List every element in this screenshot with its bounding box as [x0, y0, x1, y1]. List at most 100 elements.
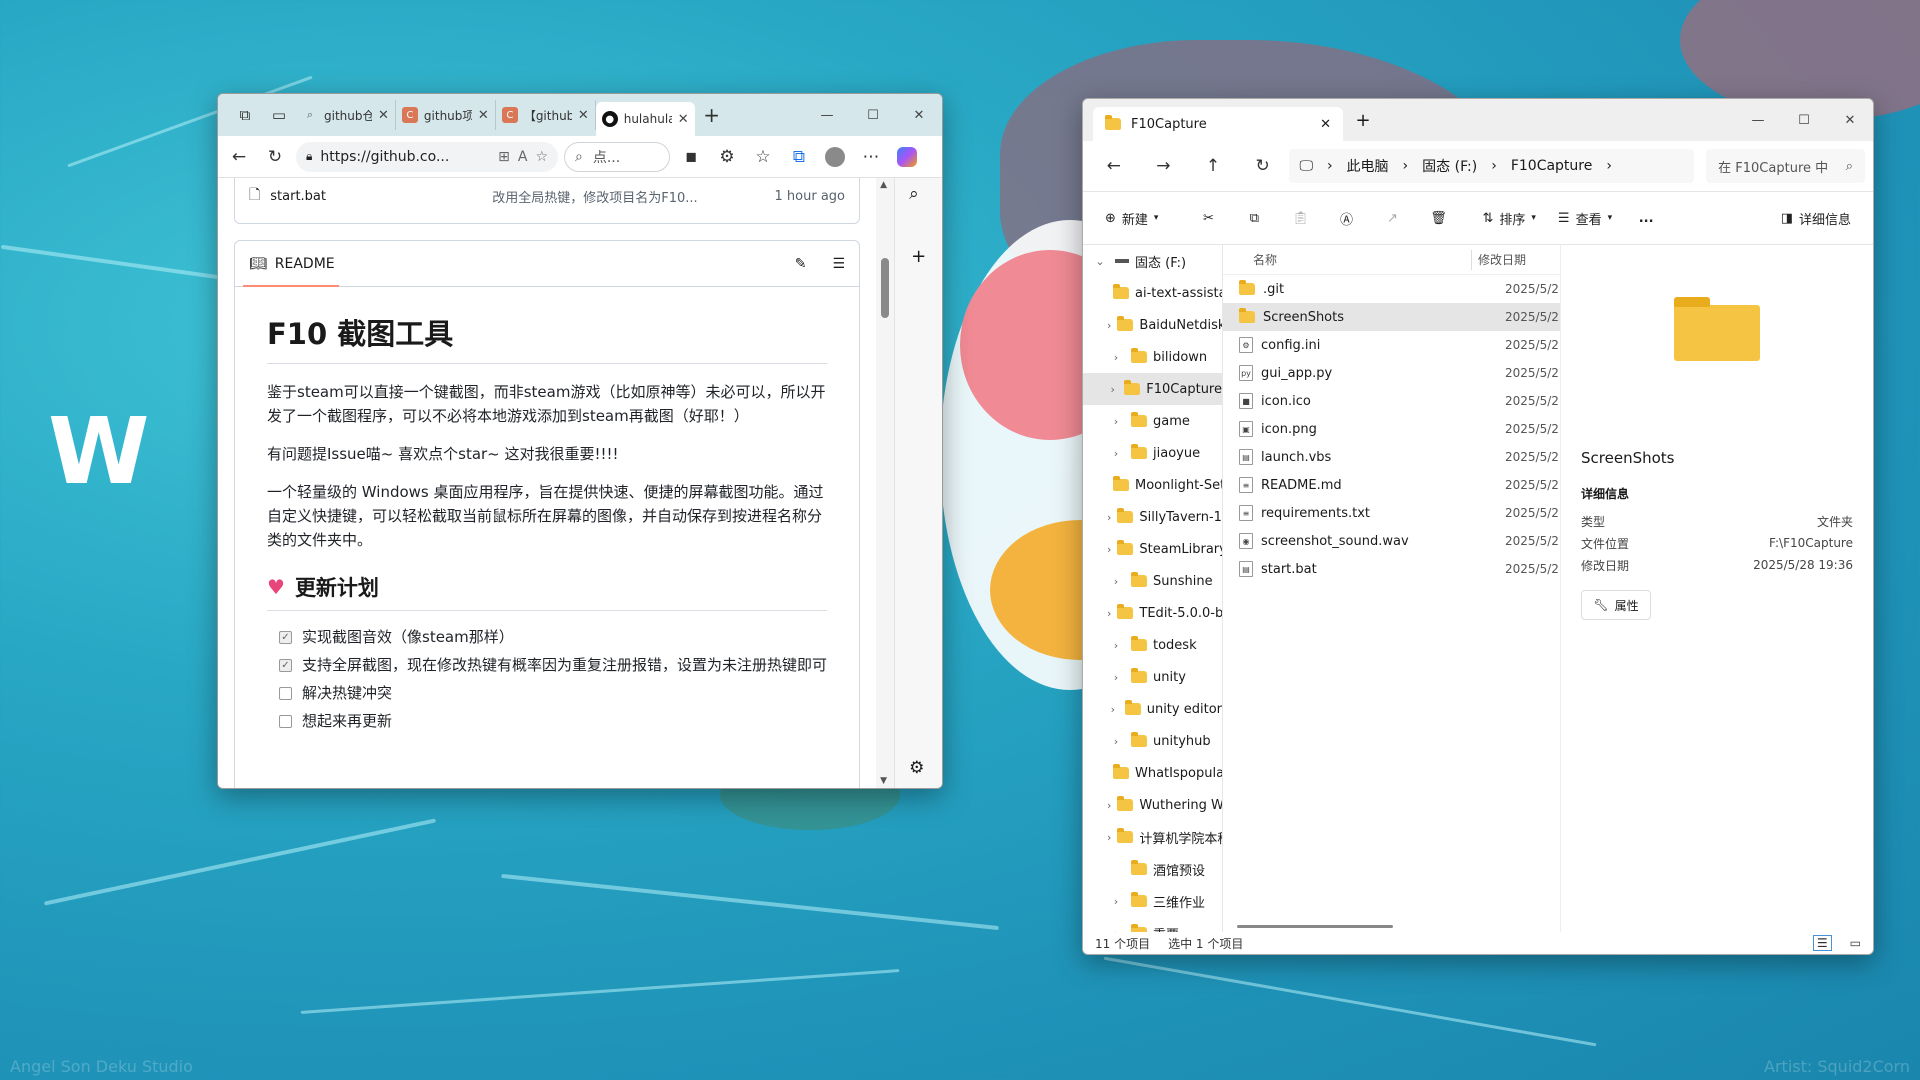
close-window-icon[interactable]: ✕ — [1827, 113, 1873, 128]
close-tab-icon[interactable]: ✕ — [378, 108, 389, 123]
tree-folder-node[interactable]: › SteamLibrary — [1083, 533, 1222, 565]
chevron-right-icon[interactable]: › — [1107, 703, 1119, 716]
list-view-icon[interactable]: ☰ — [1812, 935, 1832, 951]
back-icon[interactable]: ← — [224, 142, 254, 172]
details-pane-button[interactable]: ◨ 详细信息 — [1773, 201, 1859, 235]
tree-folder-node[interactable]: › TEdit-5.0.0-beta — [1083, 597, 1222, 629]
tree-drive-node[interactable]: ⌄ 固态 (F:) — [1083, 245, 1222, 277]
chevron-right-icon[interactable]: › — [1107, 447, 1125, 460]
chevron-right-icon[interactable]: › — [1107, 831, 1111, 844]
tree-folder-node[interactable]: › F10Capture — [1083, 373, 1222, 405]
task-checkbox-unchecked[interactable] — [279, 687, 292, 700]
profile-avatar-icon[interactable] — [820, 142, 850, 172]
chevron-right-icon[interactable]: › — [1107, 799, 1111, 812]
tree-folder-node[interactable]: › 计算机学院本科 — [1083, 821, 1222, 853]
tree-folder-node[interactable]: › BaiduNetdiskDownload — [1083, 309, 1222, 341]
breadcrumb-item[interactable]: F10Capture — [1511, 158, 1593, 174]
chevron-right-icon[interactable]: › — [1107, 543, 1111, 556]
read-aloud-icon[interactable]: A — [518, 149, 528, 165]
tree-folder-node[interactable]: › unityhub — [1083, 725, 1222, 757]
file-row[interactable]: .git 2025/5/2 — [1223, 275, 1560, 303]
file-row[interactable]: ≡ README.md 2025/5/2 — [1223, 471, 1560, 499]
close-tab-icon[interactable]: ✕ — [578, 108, 589, 123]
chevron-right-icon[interactable]: › — [1107, 415, 1125, 428]
tree-folder-node[interactable]: 酒馆预设 — [1083, 853, 1222, 885]
column-name[interactable]: 名称 — [1223, 251, 1471, 268]
refresh-icon[interactable]: ↻ — [260, 142, 290, 172]
chevron-right-icon[interactable]: › — [1107, 511, 1111, 524]
sidebar-add-icon[interactable]: + — [911, 246, 926, 267]
new-tab-button[interactable]: + — [695, 105, 729, 125]
maximize-icon[interactable]: ☐ — [1781, 113, 1827, 128]
new-button[interactable]: ⊕ 新建 ▾ — [1097, 201, 1166, 235]
task-checkbox-unchecked[interactable] — [279, 715, 292, 728]
search-box[interactable]: ⌕ 点... — [564, 141, 670, 172]
file-row[interactable]: ■ icon.ico 2025/5/2 — [1223, 387, 1560, 415]
chevron-right-icon[interactable]: › — [1107, 575, 1125, 588]
tree-folder-node[interactable]: Moonlight-Setup — [1083, 469, 1222, 501]
close-tab-icon[interactable]: ✕ — [478, 108, 489, 123]
favorites-icon[interactable]: ☆ — [748, 142, 778, 172]
refresh-icon[interactable]: ↻ — [1240, 149, 1286, 183]
search-input[interactable]: 在 F10Capture 中搜索 ⌕ — [1706, 149, 1865, 183]
close-tab-icon[interactable]: ✕ — [678, 112, 689, 127]
more-menu-icon[interactable]: ⋯ — [856, 142, 886, 172]
tab-actions-icon[interactable]: ▭ — [262, 107, 296, 123]
tree-folder-node[interactable]: › unity — [1083, 661, 1222, 693]
file-row[interactable]: ▤ start.bat 2025/5/2 — [1223, 555, 1560, 583]
chevron-right-icon[interactable]: › — [1107, 607, 1111, 620]
minimize-icon[interactable]: — — [1735, 113, 1781, 128]
task-checkbox-checked[interactable]: ✓ — [279, 631, 292, 644]
close-tab-icon[interactable]: ✕ — [1320, 117, 1331, 132]
tree-folder-node[interactable]: ai-text-assistant — [1083, 277, 1222, 309]
explorer-tab[interactable]: F10Capture ✕ — [1093, 107, 1343, 141]
scroll-down-icon[interactable]: ▼ — [880, 776, 887, 786]
properties-button[interactable]: 🔧︎ 属性 — [1581, 590, 1651, 620]
maximize-icon[interactable]: ☐ — [850, 108, 896, 123]
tree-folder-node[interactable]: › SillyTavern-1.12 — [1083, 501, 1222, 533]
file-name[interactable]: start.bat — [270, 189, 492, 204]
file-row[interactable]: ◉ screenshot_sound.wav 2025/5/2 — [1223, 527, 1560, 555]
chevron-right-icon[interactable]: › — [1107, 735, 1125, 748]
delete-icon[interactable]: 🗑︎ — [1418, 201, 1458, 235]
new-tab-button[interactable]: + — [1343, 110, 1383, 131]
breadcrumb[interactable]: 🖵︎ › 此电脑 › 固态 (F:) › F10Capture › — [1289, 149, 1695, 183]
scroll-up-icon[interactable]: ▲ — [880, 180, 887, 190]
scroll-thumb[interactable] — [881, 258, 890, 318]
minimize-icon[interactable]: — — [804, 108, 850, 123]
up-icon[interactable]: ↑ — [1190, 149, 1236, 183]
forward-icon[interactable]: → — [1141, 149, 1187, 183]
edit-pencil-icon[interactable]: ✎ — [795, 256, 807, 272]
chevron-down-icon[interactable]: ⌄ — [1091, 255, 1109, 268]
tree-folder-node[interactable]: › game — [1083, 405, 1222, 437]
browser-tab[interactable]: ⌕ github仓库 ✕ — [296, 100, 396, 130]
browser-tab[interactable]: C 【github】 ✕ — [496, 100, 596, 130]
tree-folder-node[interactable]: › jiaoyue — [1083, 437, 1222, 469]
tree-folder-node[interactable]: › bilidown — [1083, 341, 1222, 373]
sidebar-search-icon[interactable]: ⌕ — [909, 184, 919, 204]
outline-list-icon[interactable]: ☰ — [832, 256, 845, 272]
extension-icon[interactable]: ◼ — [676, 142, 706, 172]
tree-folder-node[interactable]: › todesk — [1083, 629, 1222, 661]
sidebar-settings-icon[interactable]: ⚙ — [909, 758, 924, 778]
copy-icon[interactable]: ⧉ — [1234, 201, 1274, 235]
browser-tab[interactable]: C github项目 ✕ — [396, 100, 496, 130]
chevron-right-icon[interactable]: › — [1107, 319, 1111, 332]
view-button[interactable]: ☰ 查看 ▾ — [1550, 201, 1620, 235]
tree-folder-node[interactable]: › unity editor — [1083, 693, 1222, 725]
file-row[interactable]: ▣ icon.png 2025/5/2 — [1223, 415, 1560, 443]
close-window-icon[interactable]: ✕ — [896, 108, 942, 123]
file-row[interactable]: ⚙ config.ini 2025/5/2 — [1223, 331, 1560, 359]
column-date[interactable]: 修改日期 — [1478, 251, 1526, 268]
sort-button[interactable]: ⇅ 排序 ▾ — [1474, 201, 1543, 235]
file-row[interactable]: 🗋 start.bat 改用全局热键，修改项目名为F10... 1 hour a… — [234, 178, 860, 224]
rename-icon[interactable]: Ⓐ — [1326, 201, 1366, 235]
tree-folder-node[interactable]: ›重要 — [1083, 917, 1222, 932]
tree-folder-node[interactable]: › Wuthering Waves — [1083, 789, 1222, 821]
copilot-icon[interactable] — [892, 142, 922, 172]
share-icon[interactable]: ↗ — [1372, 201, 1412, 235]
readme-tab[interactable]: README — [275, 256, 335, 272]
commit-message[interactable]: 改用全局热键，修改项目名为F10... — [492, 187, 774, 206]
file-row[interactable]: py gui_app.py 2025/5/2 — [1223, 359, 1560, 387]
favorite-star-icon[interactable]: ☆ — [535, 149, 548, 165]
